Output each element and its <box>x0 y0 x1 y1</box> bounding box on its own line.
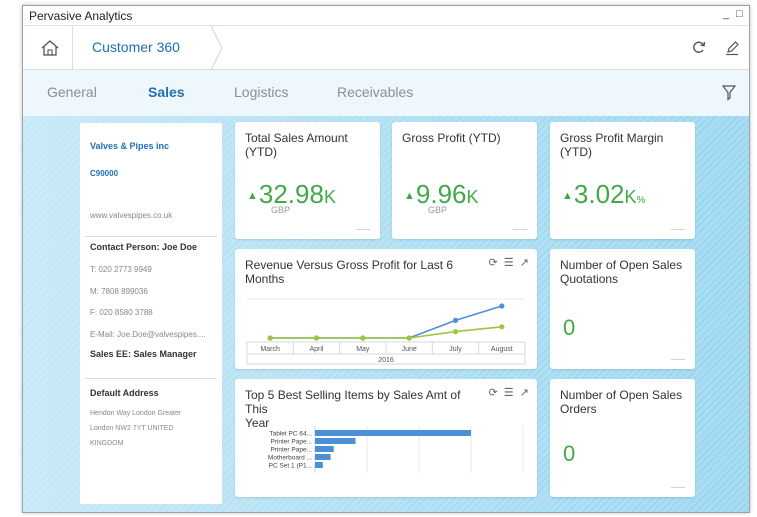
tab-receivables[interactable]: Receivables <box>337 84 413 100</box>
title-bar: Pervasive Analytics _ □ <box>23 6 749 26</box>
kpi-total-sales[interactable]: Total Sales Amount (YTD) ▲32.98K GBP <box>235 122 380 239</box>
data-point <box>452 329 459 335</box>
customer-card: Valves & Pipes inc C90000 www.valvespipe… <box>80 123 222 504</box>
open-quotations-card[interactable]: Number of Open Sales Quotations 0 <box>550 249 695 369</box>
contact-mobile: M: 7808 899036 <box>90 287 148 296</box>
y-tick-label: PC Set 1 (P1... <box>269 463 313 470</box>
bar <box>315 430 471 436</box>
count-value: 0 <box>563 441 576 466</box>
refresh-icon <box>693 41 706 53</box>
minimize-button[interactable]: _ <box>723 8 729 20</box>
series-line-0 <box>270 305 503 339</box>
tab-general[interactable]: General <box>47 84 97 100</box>
footer-dash <box>671 359 685 360</box>
footer-dash <box>356 229 370 230</box>
breadcrumb[interactable]: Customer 360 <box>73 26 223 70</box>
contact-person: Contact Person: Joe Doe <box>90 242 198 252</box>
kpi-gross-margin[interactable]: Gross Profit Margin (YTD) ▲3.02K% <box>550 122 695 239</box>
divider <box>85 236 217 237</box>
customer-website[interactable]: www.valvespipes.co.uk <box>90 211 172 220</box>
contact-email[interactable]: E-Mail: Joe.Doe@valvespipes.... <box>90 330 206 339</box>
customer-name[interactable]: Valves & Pipes inc <box>90 141 169 151</box>
series-line-1 <box>270 326 502 339</box>
bar <box>315 454 331 460</box>
data-point <box>360 335 366 341</box>
sales-employee: Sales EE: Sales Manager <box>90 349 197 359</box>
data-point <box>267 335 273 341</box>
kpi-gross-profit[interactable]: Gross Profit (YTD) ▲9.96K GBP <box>392 122 537 239</box>
data-point <box>499 303 505 309</box>
maximize-button[interactable]: □ <box>736 8 743 20</box>
home-icon <box>41 40 59 56</box>
bar <box>315 446 334 452</box>
kpi-title: Gross Profit Margin (YTD) <box>560 131 664 159</box>
breadcrumb-chevron-icon <box>211 26 223 70</box>
top5-bar-chart: Tablet PC 64...Printer Pape...Printer Pa… <box>268 426 524 473</box>
breadcrumb-label: Customer 360 <box>92 39 180 55</box>
data-point <box>452 317 459 323</box>
app-window: Pervasive Analytics _ □ Customer 360 Gen… <box>22 5 750 513</box>
refresh-button[interactable] <box>691 38 707 61</box>
top5-chart-card[interactable]: Top 5 Best Selling Items by Sales Amt of… <box>235 379 537 497</box>
filter-icon <box>721 85 737 101</box>
contact-fax: F: 020 8580 3788 <box>90 308 153 317</box>
trend-up-icon: ▲ <box>562 190 573 203</box>
data-point <box>499 324 505 330</box>
kpi-currency: GBP <box>271 205 291 215</box>
x-tick-label: August <box>491 346 513 353</box>
customer-id[interactable]: C90000 <box>90 169 118 178</box>
home-button[interactable] <box>23 26 73 70</box>
edit-button[interactable] <box>725 38 739 61</box>
card-title: Number of Open Sales Quotations <box>560 258 683 286</box>
nav-bar: Customer 360 <box>23 26 749 70</box>
window-title: Pervasive Analytics <box>29 9 133 23</box>
kpi-currency: GBP <box>428 205 448 215</box>
divider <box>85 378 217 379</box>
data-point <box>313 335 320 341</box>
revenue-chart-card[interactable]: Revenue Versus Gross Profit for Last 6 Mo… <box>235 249 537 369</box>
tab-logistics[interactable]: Logistics <box>234 84 288 100</box>
trend-up-icon: ▲ <box>247 190 258 203</box>
y-tick-label: Tablet PC 64... <box>269 431 312 438</box>
filter-button[interactable] <box>721 85 737 106</box>
count-value: 0 <box>563 315 576 340</box>
contact-phone: T: 020 2773 9949 <box>90 265 152 274</box>
open-orders-card[interactable]: Number of Open Sales Orders 0 <box>550 379 695 497</box>
card-title: Number of Open Sales Orders <box>560 388 683 416</box>
kpi-value: ▲32.98K <box>247 179 336 209</box>
x-tick-label: May <box>356 346 370 353</box>
y-tick-label: Printer Pape... <box>270 439 312 446</box>
address-line: Hendon Way London Greater <box>90 410 182 417</box>
footer-dash <box>671 229 685 230</box>
tab-sales[interactable]: Sales <box>148 84 185 100</box>
pencil-icon <box>726 41 739 56</box>
address-line: London NW2 7YT UNITED <box>90 425 174 432</box>
revenue-line-chart: March April May June July August 2016 <box>246 298 526 365</box>
footer-dash <box>513 229 527 230</box>
kpi-value: ▲3.02K% <box>562 179 646 209</box>
bar <box>315 462 323 468</box>
address-label: Default Address <box>90 388 159 398</box>
x-axis-year-label: 2016 <box>378 357 394 364</box>
address-line: KINGDOM <box>90 440 124 447</box>
footer-dash <box>671 487 685 488</box>
data-point <box>406 335 412 341</box>
bar <box>315 438 356 444</box>
x-tick-label: July <box>449 346 462 353</box>
x-tick-label: March <box>260 346 280 353</box>
y-tick-label: Printer Pape... <box>270 447 312 454</box>
x-tick-label: June <box>402 346 417 353</box>
y-tick-label: Motherboard ... <box>268 455 312 462</box>
trend-up-icon: ▲ <box>404 190 415 203</box>
kpi-title: Total Sales Amount (YTD) <box>245 131 348 159</box>
x-tick-label: April <box>309 346 323 353</box>
tab-bar: General Sales Logistics Receivables <box>23 70 749 116</box>
kpi-title: Gross Profit (YTD) <box>402 131 501 145</box>
